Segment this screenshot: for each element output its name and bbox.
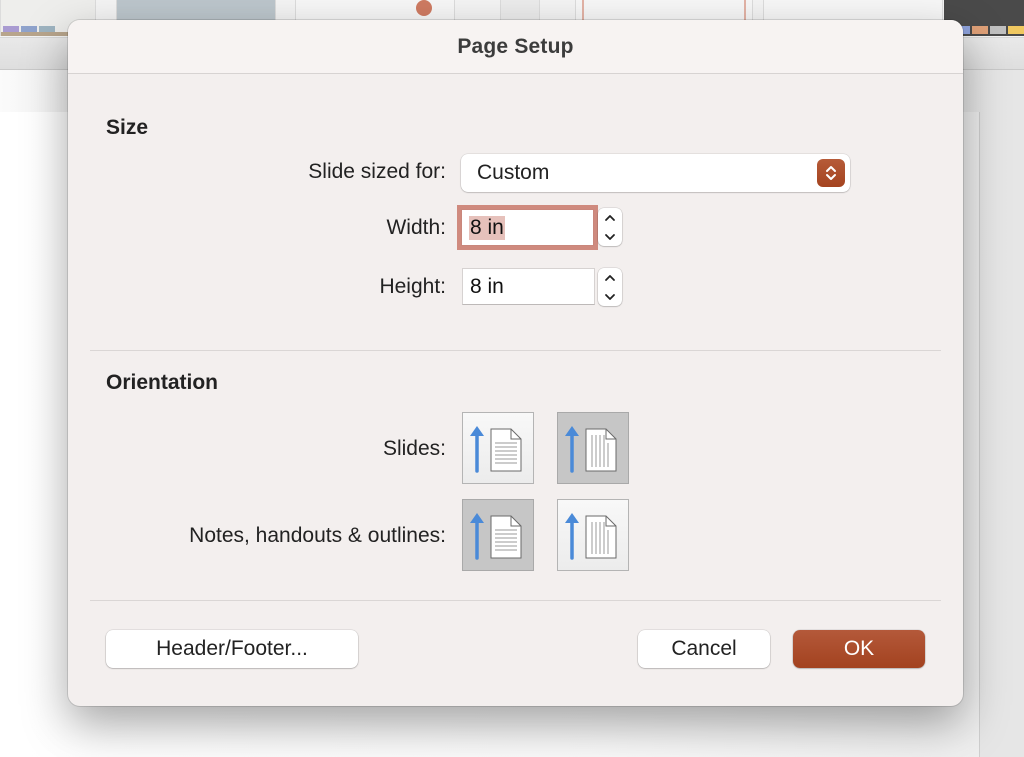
slide-sized-for-select[interactable]: Custom: [461, 154, 850, 192]
slide-sized-for-label: Slide sized for:: [308, 160, 446, 183]
size-section-title: Size: [106, 116, 149, 139]
dialog-titlebar: Page Setup: [68, 20, 963, 74]
width-increment-button[interactable]: [598, 208, 622, 227]
height-increment-button[interactable]: [598, 268, 622, 287]
chevron-down-icon: [605, 293, 615, 300]
section-divider: [90, 350, 941, 351]
portrait-orientation-icon: [470, 426, 522, 473]
ok-button[interactable]: OK: [793, 630, 925, 668]
cancel-button[interactable]: Cancel: [638, 630, 770, 668]
slides-portrait-button[interactable]: [462, 412, 534, 484]
slide-sized-for-value: Custom: [477, 161, 550, 184]
dialog-title: Page Setup: [457, 34, 574, 58]
height-stepper[interactable]: [598, 268, 622, 306]
chevron-up-icon: [605, 274, 615, 281]
notes-landscape-button[interactable]: [557, 499, 629, 571]
select-arrows-icon: [817, 159, 845, 187]
slides-landscape-button[interactable]: [557, 412, 629, 484]
chevron-up-icon: [605, 214, 615, 221]
landscape-orientation-icon: [565, 426, 617, 473]
width-input[interactable]: 8 in: [461, 209, 594, 246]
chevron-down-icon: [605, 233, 615, 240]
width-label: Width:: [386, 216, 446, 239]
section-divider: [90, 600, 941, 601]
notes-orientation-label: Notes, handouts & outlines:: [189, 524, 446, 547]
height-input[interactable]: 8 in: [462, 268, 595, 305]
height-value: 8 in: [470, 274, 504, 298]
notes-portrait-button[interactable]: [462, 499, 534, 571]
portrait-orientation-icon: [470, 513, 522, 560]
width-value: 8 in: [469, 215, 505, 240]
width-stepper[interactable]: [598, 208, 622, 246]
slides-orientation-label: Slides:: [382, 437, 446, 460]
height-label: Height:: [379, 275, 446, 298]
page-setup-dialog: Page Setup Size Slide sized for: Custom …: [68, 20, 963, 706]
header-footer-button[interactable]: Header/Footer...: [106, 630, 358, 668]
landscape-orientation-icon: [565, 513, 617, 560]
width-decrement-button[interactable]: [598, 227, 622, 246]
height-decrement-button[interactable]: [598, 287, 622, 306]
orientation-section-title: Orientation: [106, 371, 219, 394]
